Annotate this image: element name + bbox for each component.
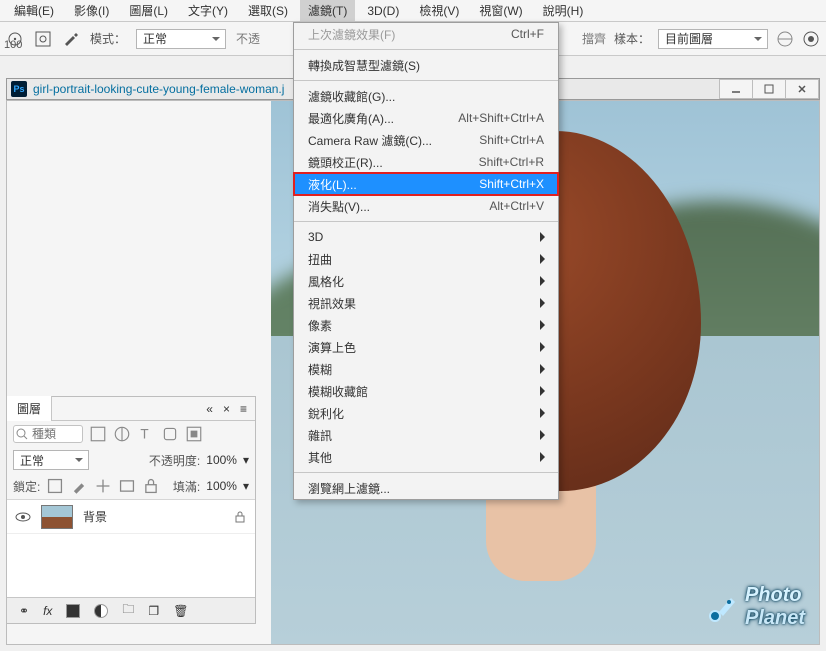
window-minimize-button[interactable] bbox=[719, 79, 753, 99]
extras-truncated: 擋齊 bbox=[582, 30, 606, 47]
visibility-icon[interactable] bbox=[15, 509, 31, 525]
watermark: Photo Planet bbox=[705, 584, 805, 630]
filter-menu-item[interactable]: 鏡頭校正(R)...Shift+Ctrl+R bbox=[294, 151, 558, 173]
lock-label: 鎖定: bbox=[13, 478, 40, 495]
filter-menu-item[interactable]: 瀏覽網上濾鏡... bbox=[294, 477, 558, 499]
filter-menu-item[interactable]: 轉換成智慧型濾鏡(S) bbox=[294, 54, 558, 76]
filter-menu-item[interactable]: 消失點(V)...Alt+Ctrl+V bbox=[294, 195, 558, 217]
filter-menu-item[interactable]: 視訊效果 bbox=[294, 292, 558, 314]
svg-text:T: T bbox=[140, 427, 148, 442]
submenu-arrow-icon bbox=[540, 254, 550, 264]
opacity-value[interactable]: 100% bbox=[206, 453, 237, 467]
lock-artboard-icon[interactable] bbox=[118, 477, 136, 495]
chevron-down-icon[interactable]: ▾ bbox=[243, 479, 249, 493]
fill-label: 填滿: bbox=[173, 478, 200, 495]
layer-name: 背景 bbox=[83, 508, 107, 525]
submenu-arrow-icon bbox=[540, 364, 550, 374]
submenu-arrow-icon bbox=[540, 408, 550, 418]
filter-menu-item[interactable]: 銳利化 bbox=[294, 402, 558, 424]
menu-type[interactable]: 文字(Y) bbox=[180, 0, 236, 21]
window-maximize-button[interactable] bbox=[752, 79, 786, 99]
layers-panel: 圖層 « × ≡ T 正常 不透明度: 100% ▾ 鎖定: 填滿: 100% bbox=[6, 396, 256, 624]
filter-menu-item[interactable]: 液化(L)...Shift+Ctrl+X bbox=[294, 173, 558, 195]
filter-menu-item[interactable]: 扭曲 bbox=[294, 248, 558, 270]
link-layers-icon[interactable]: ⚭ bbox=[19, 604, 29, 618]
lock-all-icon[interactable] bbox=[142, 477, 160, 495]
filter-pixel-icon[interactable] bbox=[89, 425, 107, 443]
filter-menu-item[interactable]: 模糊 bbox=[294, 358, 558, 380]
pressure-opacity-icon[interactable] bbox=[776, 30, 794, 48]
mode-label: 模式： bbox=[90, 30, 126, 47]
filter-menu-item[interactable]: 3D bbox=[294, 226, 558, 248]
menu-select[interactable]: 選取(S) bbox=[240, 0, 296, 21]
filter-menu-item[interactable]: Camera Raw 濾鏡(C)...Shift+Ctrl+A bbox=[294, 129, 558, 151]
document-title: girl-portrait-looking-cute-young-female-… bbox=[33, 82, 284, 96]
menu-3d[interactable]: 3D(D) bbox=[359, 2, 407, 20]
sample-label: 樣本： bbox=[614, 30, 650, 47]
brush-size-value: 100 bbox=[4, 39, 22, 51]
lock-icon bbox=[233, 510, 247, 524]
panel-menu-icon[interactable]: ≡ bbox=[240, 402, 247, 416]
submenu-arrow-icon bbox=[540, 320, 550, 330]
filter-menu-item[interactable]: 最適化廣角(A)...Alt+Shift+Ctrl+A bbox=[294, 107, 558, 129]
panel-collapse-icon[interactable]: « bbox=[206, 402, 213, 416]
layer-row-background[interactable]: 背景 bbox=[7, 499, 255, 533]
pressure-size-icon[interactable] bbox=[802, 30, 820, 48]
new-layer-icon[interactable]: ❐ bbox=[148, 604, 159, 618]
panel-close-icon[interactable]: × bbox=[223, 402, 230, 416]
adjustment-layer-icon[interactable] bbox=[94, 604, 108, 618]
submenu-arrow-icon bbox=[540, 430, 550, 440]
filter-menu-item[interactable]: 像素 bbox=[294, 314, 558, 336]
submenu-arrow-icon bbox=[540, 386, 550, 396]
filter-menu-item[interactable]: 演算上色 bbox=[294, 336, 558, 358]
airbrush-icon[interactable] bbox=[62, 30, 80, 48]
menubar: 編輯(E) 影像(I) 圖層(L) 文字(Y) 選取(S) 濾鏡(T) 3D(D… bbox=[0, 0, 826, 22]
filter-smart-icon[interactable] bbox=[185, 425, 203, 443]
filter-menu-item[interactable]: 風格化 bbox=[294, 270, 558, 292]
submenu-arrow-icon bbox=[540, 232, 550, 242]
filter-menu: 上次濾鏡效果(F)Ctrl+F 轉換成智慧型濾鏡(S) 濾鏡收藏館(G)...最適化… bbox=[293, 22, 559, 500]
sample-select[interactable]: 目前圖層 bbox=[658, 29, 768, 49]
trash-icon[interactable]: 🗑 bbox=[173, 604, 188, 618]
opacity-label: 不透明度: bbox=[149, 452, 200, 469]
filter-menu-item[interactable]: 其他 bbox=[294, 446, 558, 468]
lock-pixels-icon[interactable] bbox=[46, 477, 64, 495]
filter-menu-item[interactable]: 雜訊 bbox=[294, 424, 558, 446]
group-icon[interactable]: 🗀 bbox=[122, 600, 134, 621]
menu-edit[interactable]: 編輯(E) bbox=[6, 0, 62, 21]
layers-tab[interactable]: 圖層 bbox=[7, 396, 52, 421]
submenu-arrow-icon bbox=[540, 276, 550, 286]
blend-mode-select[interactable]: 正常 bbox=[136, 29, 226, 49]
submenu-arrow-icon bbox=[540, 452, 550, 462]
filter-menu-item[interactable]: 濾鏡收藏館(G)... bbox=[294, 85, 558, 107]
menu-filter[interactable]: 濾鏡(T) bbox=[300, 0, 355, 21]
blend-mode-layer-select[interactable]: 正常 bbox=[13, 450, 89, 470]
layer-thumbnail[interactable] bbox=[41, 505, 73, 529]
sample-point-icon[interactable] bbox=[34, 30, 52, 48]
menu-layer[interactable]: 圖層(L) bbox=[121, 0, 176, 21]
filter-adjust-icon[interactable] bbox=[113, 425, 131, 443]
fx-icon[interactable]: fx bbox=[43, 604, 52, 618]
submenu-arrow-icon bbox=[540, 342, 550, 352]
ps-file-icon: Ps bbox=[11, 81, 27, 97]
opacity-truncated: 不透 bbox=[236, 30, 260, 47]
chevron-down-icon[interactable]: ▾ bbox=[243, 453, 249, 467]
fill-value[interactable]: 100% bbox=[206, 479, 237, 493]
filter-menu-item: 上次濾鏡效果(F)Ctrl+F bbox=[294, 23, 558, 45]
filter-type-icon[interactable]: T bbox=[137, 425, 155, 443]
add-mask-icon[interactable] bbox=[66, 604, 80, 618]
submenu-arrow-icon bbox=[540, 298, 550, 308]
menu-help[interactable]: 說明(H) bbox=[535, 0, 592, 21]
menu-window[interactable]: 視窗(W) bbox=[471, 0, 530, 21]
menu-image[interactable]: 影像(I) bbox=[66, 0, 117, 21]
lock-brush-icon[interactable] bbox=[70, 477, 88, 495]
menu-view[interactable]: 檢視(V) bbox=[411, 0, 467, 21]
lock-position-icon[interactable] bbox=[94, 477, 112, 495]
window-close-button[interactable] bbox=[785, 79, 819, 99]
filter-menu-item[interactable]: 模糊收藏館 bbox=[294, 380, 558, 402]
filter-shape-icon[interactable] bbox=[161, 425, 179, 443]
